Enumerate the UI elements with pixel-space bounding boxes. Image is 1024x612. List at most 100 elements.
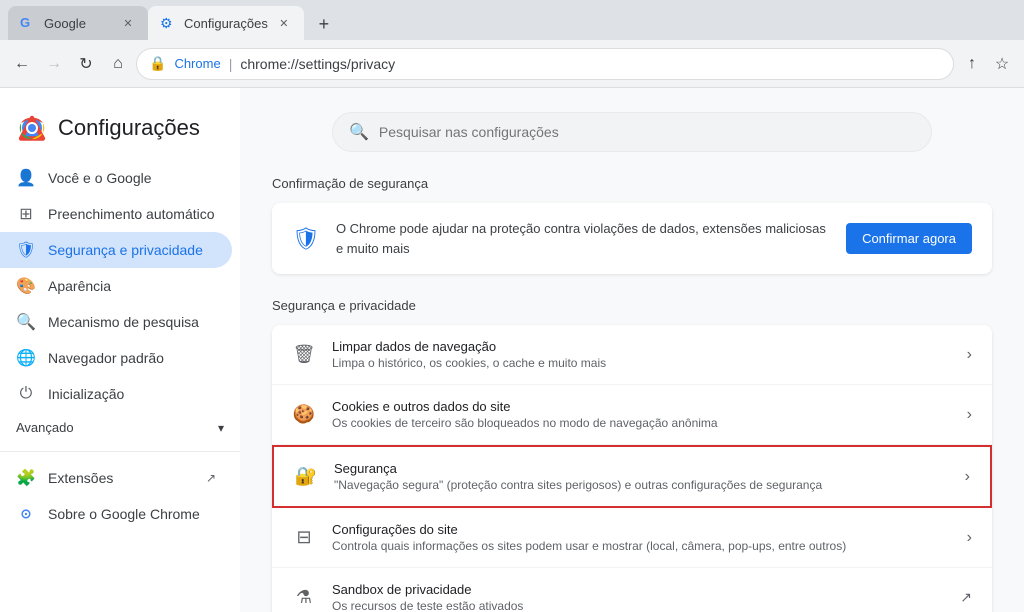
sidebar-divider (0, 451, 240, 452)
row-sandbox-external-icon: ↗ (960, 589, 972, 606)
row-cookies-arrow-icon: › (967, 406, 972, 424)
sidebar-item-voce-google-label: Você e o Google (48, 170, 152, 186)
confirm-card: 🛡 O Chrome pode ajudar na proteção contr… (272, 203, 992, 274)
grid-icon: ⊞ (16, 204, 36, 224)
sidebar-item-aparencia[interactable]: 🎨 Aparência (0, 268, 232, 304)
address-separator: | (229, 56, 233, 72)
reload-button[interactable]: ↻ (72, 50, 100, 78)
row-limpar-title: Limpar dados de navegação (332, 339, 951, 354)
row-seguranca-text: Segurança "Navegação segura" (proteção c… (334, 461, 949, 492)
sidebar-item-navegador[interactable]: 🌐 Navegador padrão (0, 340, 232, 376)
chrome-about-icon: ⊙ (16, 504, 36, 524)
advanced-section[interactable]: Avançado ▾ (0, 412, 240, 443)
address-text: chrome://settings/privacy (240, 56, 395, 72)
sidebar-item-sobre[interactable]: ⊙ Sobre o Google Chrome (0, 496, 232, 532)
tab-google-label: Google (44, 16, 86, 31)
palette-icon: 🎨 (16, 276, 36, 296)
person-icon: 👤 (16, 168, 36, 188)
toolbar-right: ↑ ☆ (958, 50, 1016, 78)
tab-google[interactable]: G Google ✕ (8, 6, 148, 40)
confirm-now-button[interactable]: Confirmar agora (846, 223, 972, 254)
trash-icon: 🗑 (292, 343, 316, 367)
back-button[interactable]: ← (8, 50, 36, 78)
row-limpar[interactable]: 🗑 Limpar dados de navegação Limpa o hist… (272, 325, 992, 385)
row-sandbox-title: Sandbox de privacidade (332, 582, 944, 597)
toolbar: ← → ↻ ⌂ 🔒 Chrome | chrome://settings/pri… (0, 40, 1024, 88)
row-cookies[interactable]: 🍪 Cookies e outros dados do site Os cook… (272, 385, 992, 445)
globe-icon: 🌐 (16, 348, 36, 368)
forward-button[interactable]: → (40, 50, 68, 78)
confirm-text: O Chrome pode ajudar na proteção contra … (336, 219, 830, 258)
sidebar-item-seguranca[interactable]: 🛡 Segurança e privacidade (0, 232, 232, 268)
sidebar-header: Configurações (0, 104, 240, 160)
row-limpar-text: Limpar dados de navegação Limpa o histór… (332, 339, 951, 370)
row-limpar-arrow-icon: › (967, 346, 972, 364)
bookmark-button[interactable]: ☆ (988, 50, 1016, 78)
row-seguranca-sub: "Navegação segura" (proteção contra site… (334, 478, 949, 492)
puzzle-icon: 🧩 (16, 468, 36, 488)
tab-settings[interactable]: ⚙ Configurações ✕ (148, 6, 304, 40)
sidebar-item-mecanismo[interactable]: 🔍 Mecanismo de pesquisa (0, 304, 232, 340)
row-seguranca-arrow-icon: › (965, 468, 970, 486)
row-sandbox-sub: Os recursos de teste estão ativados (332, 599, 944, 612)
tab-settings-close[interactable]: ✕ (276, 15, 292, 31)
chrome-logo-icon (16, 112, 48, 144)
address-chrome-label: Chrome (174, 56, 220, 71)
shield2-icon: 🔐 (294, 465, 318, 489)
row-config-site-arrow-icon: › (967, 529, 972, 547)
browser-frame: G Google ✕ ⚙ Configurações ✕ + ← → ↻ ⌂ 🔒… (0, 0, 1024, 612)
power-icon: ⏻ (16, 384, 36, 404)
sidebar-item-seguranca-label: Segurança e privacidade (48, 242, 203, 258)
row-config-site-sub: Controla quais informações os sites pode… (332, 539, 951, 553)
google-favicon: G (20, 15, 36, 31)
content-area: Configurações 👤 Você e o Google ⊞ Preenc… (0, 88, 1024, 612)
row-sandbox-text: Sandbox de privacidade Os recursos de te… (332, 582, 944, 612)
lab-icon: ⚗ (292, 586, 316, 610)
settings-search[interactable]: 🔍 (332, 112, 932, 152)
row-sandbox[interactable]: ⚗ Sandbox de privacidade Os recursos de … (272, 568, 992, 612)
share-button[interactable]: ↑ (958, 50, 986, 78)
sidebar-item-preenchimento[interactable]: ⊞ Preenchimento automático (0, 196, 232, 232)
shield-sidebar-icon: 🛡 (16, 240, 36, 260)
sidebar: Configurações 👤 Você e o Google ⊞ Preenc… (0, 88, 240, 612)
search-input[interactable] (379, 124, 915, 140)
row-limpar-sub: Limpa o histórico, os cookies, o cache e… (332, 356, 951, 370)
cookie-icon: 🍪 (292, 403, 316, 427)
sliders-icon: ⊟ (292, 526, 316, 550)
sidebar-item-aparencia-label: Aparência (48, 278, 111, 294)
home-button[interactable]: ⌂ (104, 50, 132, 78)
sidebar-item-inicializacao[interactable]: ⏻ Inicialização (0, 376, 232, 412)
address-bar[interactable]: 🔒 Chrome | chrome://settings/privacy (136, 48, 954, 80)
confirm-shield-icon: 🛡 (292, 226, 320, 252)
row-config-site[interactable]: ⊟ Configurações do site Controla quais i… (272, 508, 992, 568)
sidebar-item-navegador-label: Navegador padrão (48, 350, 164, 366)
new-tab-button[interactable]: + (308, 8, 340, 40)
row-seguranca[interactable]: 🔐 Segurança "Navegação segura" (proteção… (272, 445, 992, 508)
search-bar-wrap: 🔍 (272, 112, 992, 152)
row-config-site-title: Configurações do site (332, 522, 951, 537)
search-sidebar-icon: 🔍 (16, 312, 36, 332)
tab-bar: G Google ✕ ⚙ Configurações ✕ + (0, 0, 1024, 40)
row-seguranca-title: Segurança (334, 461, 949, 476)
sidebar-item-voce-google[interactable]: 👤 Você e o Google (0, 160, 232, 196)
sidebar-item-extensoes[interactable]: 🧩 Extensões ↗ (0, 460, 232, 496)
advanced-arrow-icon: ▾ (218, 421, 224, 435)
advanced-label: Avançado (16, 420, 74, 435)
confirm-section-title: Confirmação de segurança (272, 176, 992, 191)
row-cookies-sub: Os cookies de terceiro são bloqueados no… (332, 416, 951, 430)
sidebar-item-mecanismo-label: Mecanismo de pesquisa (48, 314, 199, 330)
sidebar-item-sobre-label: Sobre o Google Chrome (48, 506, 200, 522)
main-panel: 🔍 Confirmação de segurança 🛡 O Chrome po… (240, 88, 1024, 612)
tab-google-close[interactable]: ✕ (120, 15, 136, 31)
lock-icon: 🔒 (149, 55, 166, 72)
sidebar-item-extensoes-label: Extensões (48, 470, 113, 486)
row-cookies-title: Cookies e outros dados do site (332, 399, 951, 414)
sidebar-item-inicializacao-label: Inicialização (48, 386, 124, 402)
privacy-section-title: Segurança e privacidade (272, 298, 992, 313)
sidebar-title: Configurações (58, 115, 200, 141)
settings-list: 🗑 Limpar dados de navegação Limpa o hist… (272, 325, 992, 612)
sidebar-item-preenchimento-label: Preenchimento automático (48, 206, 215, 222)
search-icon: 🔍 (349, 122, 369, 142)
row-config-site-text: Configurações do site Controla quais inf… (332, 522, 951, 553)
row-cookies-text: Cookies e outros dados do site Os cookie… (332, 399, 951, 430)
